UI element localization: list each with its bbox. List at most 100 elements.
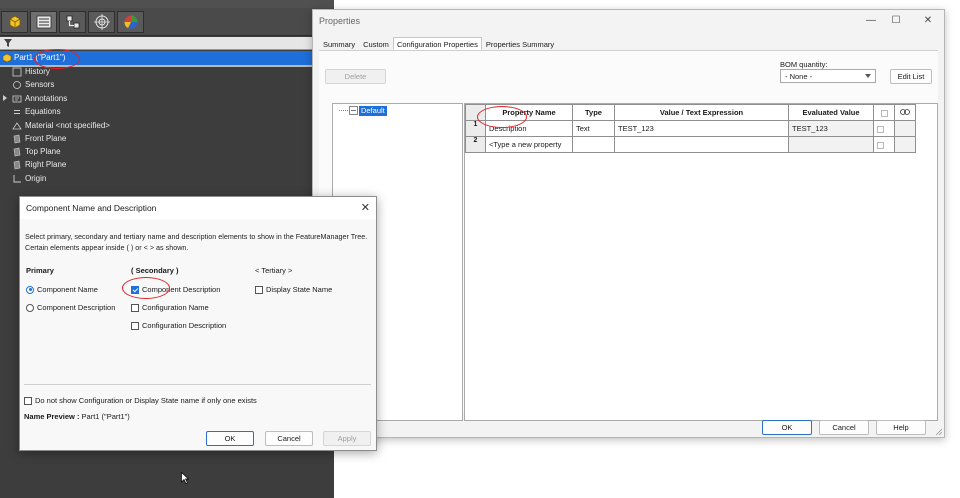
secondary-component-description-checkbox[interactable]: Component Description (131, 285, 220, 294)
tree-item-origin[interactable]: Origin (12, 172, 46, 185)
tab-summary[interactable]: Summary (319, 37, 359, 50)
secondary-configuration-description-checkbox[interactable]: Configuration Description (131, 321, 226, 330)
tree-item-history[interactable]: History (12, 65, 50, 78)
properties-tab-content: Delete BOM quantity: - None - Edit List … (319, 50, 938, 421)
configuration-default[interactable]: Default (359, 106, 387, 116)
tree-root-part[interactable]: Part1 ("Part1") (0, 51, 334, 65)
display-manager-icon (123, 15, 138, 29)
resize-grip-icon[interactable] (935, 428, 943, 436)
cell-type[interactable]: Text (572, 120, 615, 137)
configuration-icon (66, 15, 79, 29)
row-checkbox[interactable] (877, 125, 884, 133)
radio-selected[interactable] (26, 285, 34, 294)
dialog-description: Select primary, secondary and tertiary n… (25, 232, 368, 252)
secondary-configuration-name-checkbox[interactable]: Configuration Name (131, 303, 209, 312)
tertiary-display-state-name-checkbox[interactable]: Display State Name (255, 285, 332, 294)
row-number: 1 (465, 120, 486, 137)
cell-property-name[interactable]: Description (485, 120, 573, 137)
dialog-cancel-button[interactable]: Cancel (265, 431, 313, 446)
cell-property-name[interactable]: <Type a new property (485, 136, 573, 153)
featuremanager-top-strip (0, 0, 334, 8)
cell-value[interactable] (614, 136, 789, 153)
cell-value[interactable]: TEST_123 (614, 120, 789, 137)
featuremanager-tab[interactable] (1, 11, 28, 33)
edit-list-button[interactable]: Edit List (890, 69, 932, 84)
checkbox-unchecked[interactable] (131, 303, 139, 312)
cell-checkbox[interactable] (873, 120, 895, 137)
bom-quantity-select[interactable]: - None - (780, 69, 876, 83)
properties-window-title: Properties (319, 16, 361, 26)
radio-unselected[interactable] (26, 303, 34, 312)
checkbox-unchecked[interactable] (255, 285, 263, 294)
minimize-icon[interactable]: — (861, 12, 881, 28)
dialog-apply-button[interactable]: Apply (323, 431, 371, 446)
featuremanager-tabs (0, 8, 334, 36)
tree-item-right-plane[interactable]: Right Plane (12, 158, 66, 171)
material-icon (12, 121, 22, 129)
bom-quantity-value: - None - (785, 72, 813, 81)
properties-cancel-button[interactable]: Cancel (819, 420, 869, 435)
dont-show-single-name-checkbox[interactable]: Do not show Configuration or Display Sta… (24, 396, 257, 405)
annotations-icon (12, 95, 22, 102)
row-checkbox[interactable] (877, 141, 884, 149)
tree-item-material[interactable]: Material <not specified> (12, 119, 110, 132)
select-all-checkbox[interactable] (880, 109, 888, 117)
primary-component-name-radio[interactable]: Component Name (26, 285, 98, 294)
dimxpert-tab[interactable] (88, 11, 115, 33)
tab-custom[interactable]: Custom (359, 37, 393, 50)
tree-item-label: Top Plane (25, 147, 61, 156)
properties-help-button[interactable]: Help (876, 420, 926, 435)
option-label: Configuration Name (142, 303, 209, 312)
tab-properties-summary[interactable]: Properties Summary (482, 37, 558, 50)
column-header-link[interactable] (894, 104, 916, 121)
tree-item-equations[interactable]: Equations (12, 105, 61, 118)
option-label: Component Description (142, 285, 221, 294)
primary-component-description-radio[interactable]: Component Description (26, 303, 115, 312)
properties-ok-button[interactable]: OK (762, 420, 812, 435)
delete-button[interactable]: Delete (325, 69, 386, 84)
tree-item-top-plane[interactable]: Top Plane (12, 145, 61, 158)
column-header-type[interactable]: Type (572, 104, 615, 121)
tertiary-heading: < Tertiary > (255, 266, 293, 275)
option-label: Configuration Description (142, 321, 227, 330)
tree-item-label: Sensors (25, 80, 55, 89)
propertymanager-tab[interactable] (30, 11, 57, 33)
maximize-icon[interactable]: ☐ (886, 12, 906, 28)
origin-icon (13, 174, 21, 182)
column-header-evaluated-value[interactable]: Evaluated Value (788, 104, 874, 121)
column-header-property-name[interactable]: Property Name (485, 104, 573, 121)
dialog-ok-button[interactable]: OK (206, 431, 254, 446)
list-icon (36, 15, 51, 29)
table-row[interactable]: 2 <Type a new property (465, 136, 916, 153)
chevron-down-icon (865, 74, 871, 78)
tab-configuration-properties[interactable]: Configuration Properties (392, 37, 482, 50)
cell-link (894, 136, 916, 153)
properties-grid: Property Name Type Value / Text Expressi… (464, 103, 938, 421)
tree-item-front-plane[interactable]: Front Plane (12, 132, 66, 145)
tree-item-sensors[interactable]: Sensors (12, 78, 54, 91)
tree-item-annotations[interactable]: Annotations (12, 92, 67, 105)
checkbox-unchecked[interactable] (24, 396, 32, 405)
close-icon[interactable]: ✕ (361, 201, 370, 214)
bom-quantity-label: BOM quantity: (780, 60, 828, 69)
properties-table: Property Name Type Value / Text Expressi… (465, 104, 916, 153)
equations-icon (14, 109, 20, 114)
close-icon[interactable]: ✕ (918, 12, 938, 28)
column-header-value[interactable]: Value / Text Expression (614, 104, 789, 121)
cell-checkbox[interactable] (873, 136, 895, 153)
display-tab[interactable] (117, 11, 144, 33)
option-label: Component Name (37, 285, 98, 294)
table-row[interactable]: 1 Description Text TEST_123 TEST_123 (465, 120, 916, 137)
expand-arrow-icon[interactable] (3, 95, 7, 101)
checkbox-unchecked[interactable] (131, 321, 139, 330)
name-preview-label: Name Preview : (24, 412, 80, 421)
checkbox-checked[interactable] (131, 285, 139, 294)
cell-type[interactable] (572, 136, 615, 153)
column-header-checkbox[interactable] (873, 104, 895, 121)
plane-icon (13, 160, 21, 169)
configurationmanager-tab[interactable] (59, 11, 86, 33)
primary-heading: Primary (26, 266, 54, 275)
tree-filter-bar[interactable] (0, 37, 334, 50)
filter-icon[interactable] (3, 38, 13, 48)
tree-item-label: Front Plane (25, 134, 67, 143)
